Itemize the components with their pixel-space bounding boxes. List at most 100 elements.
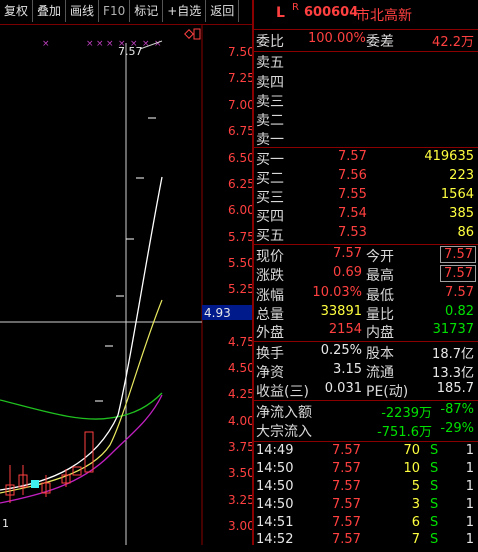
axis-tick: 6.75 xyxy=(228,124,252,138)
level-volume: 86 xyxy=(457,225,474,240)
divider xyxy=(254,441,478,442)
stat-value: 31737 xyxy=(432,322,474,337)
level-volume: 419635 xyxy=(424,149,474,164)
stat-label: 净资 xyxy=(256,365,284,381)
level-label: 卖四 xyxy=(256,75,284,91)
sell-level[interactable]: 卖二 xyxy=(254,110,478,130)
stat-value: 13.3亿 xyxy=(432,366,474,381)
stat-label: 总量 xyxy=(256,307,284,323)
kline-svg: × × × × × × × × 4.93 7.57 1 7.50 7.25 7.… xyxy=(0,25,252,545)
sell-level[interactable]: 卖三 xyxy=(254,91,478,111)
level-label: 卖二 xyxy=(256,113,284,129)
tick-time: 14:51 xyxy=(256,515,294,530)
axis-tick: 7.25 xyxy=(228,71,252,85)
stat-value: 7.57 xyxy=(440,265,476,282)
level-price: 7.55 xyxy=(338,187,367,202)
tick-volume: 3 xyxy=(411,497,420,512)
axis-tick: 3.25 xyxy=(228,493,252,507)
tick-volume: 10 xyxy=(403,461,420,476)
flow-pct: -29% xyxy=(440,421,474,436)
tick-row: 14:50 7.57 5 S 1 xyxy=(254,479,478,499)
buy-level[interactable]: 买一 7.57 419635 xyxy=(254,149,478,169)
level-price: 7.54 xyxy=(338,206,367,221)
quote-panel: L R 600604 市北高新 委比 100.00% 委差 42.2万 卖五 卖… xyxy=(254,0,478,547)
stat-label: 涨跌 xyxy=(256,268,284,284)
level-label: 卖五 xyxy=(256,55,284,71)
kline-chart[interactable]: × × × × × × × × 4.93 7.57 1 7.50 7.25 7.… xyxy=(0,25,252,545)
tick-side: S xyxy=(430,479,439,494)
mark-button[interactable]: 标记 xyxy=(130,0,164,22)
stat-label: 现价 xyxy=(256,249,284,265)
axis-tick: 4.25 xyxy=(228,387,252,401)
axis-tick: 6.50 xyxy=(228,151,252,165)
axis-tick: 5.50 xyxy=(228,256,252,270)
stat-row: 现价 7.57 今开 7.57 xyxy=(254,246,478,266)
ma-yellow xyxy=(0,299,163,494)
weicha-value: 42.2万 xyxy=(432,35,474,50)
level-label: 卖三 xyxy=(256,94,284,110)
axis-tick: 4.00 xyxy=(228,414,252,428)
stat2-row: 收益(三) 0.031 PE(动) 185.7 xyxy=(254,381,478,401)
axis-tick: 3.50 xyxy=(228,466,252,480)
level-price: 7.57 xyxy=(338,149,367,164)
flow-value: -2239万 xyxy=(381,406,432,421)
stat-label: 涨幅 xyxy=(256,288,284,304)
stat-label: 股本 xyxy=(366,346,394,362)
stat-row: 涨跌 0.69 最高 7.57 xyxy=(254,265,478,285)
price-axis-labels: 7.50 7.25 7.00 6.75 6.50 6.25 6.00 5.75 … xyxy=(228,45,252,533)
axis-tick: 7.00 xyxy=(228,98,252,112)
tick-row: 14:52 7.57 7 S 1 xyxy=(254,532,478,552)
f10-button[interactable]: F10 xyxy=(99,0,131,22)
stat-label: 换手 xyxy=(256,346,284,362)
sell-level[interactable]: 卖五 xyxy=(254,52,478,72)
tick-count: 1 xyxy=(465,515,474,530)
divider xyxy=(254,147,478,148)
current-price-tag: 4.93 xyxy=(204,306,231,320)
chart-toolbar: 复权 叠加 画线 F10 标记 +自选 返回 xyxy=(0,0,252,25)
tick-count: 1 xyxy=(465,443,474,458)
buy-level[interactable]: 买四 7.54 385 xyxy=(254,206,478,226)
stat-row: 涨幅 10.03% 最低 7.57 xyxy=(254,285,478,305)
flow-label: 净流入额 xyxy=(256,405,312,421)
tick-time: 14:50 xyxy=(256,479,294,494)
level-label: 买二 xyxy=(256,171,284,187)
weibi-label: 委比 xyxy=(256,34,284,50)
stat-value: 0.25% xyxy=(320,343,362,358)
tick-time: 14:50 xyxy=(256,497,294,512)
add-watchlist-button[interactable]: +自选 xyxy=(163,0,207,22)
stat-value: 2154 xyxy=(328,322,362,337)
weibi-row: 委比 100.00% 委差 42.2万 xyxy=(254,31,478,51)
fuquan-button[interactable]: 复权 xyxy=(0,0,34,22)
stat-value: 7.57 xyxy=(440,246,476,263)
tick-volume: 5 xyxy=(411,479,420,494)
axis-tick: 4.50 xyxy=(228,361,252,375)
level-price: 7.53 xyxy=(338,225,367,240)
sell-level[interactable]: 卖四 xyxy=(254,72,478,92)
stat-value: 7.57 xyxy=(333,246,362,261)
buy-level[interactable]: 买二 7.56 223 xyxy=(254,168,478,188)
tick-volume: 70 xyxy=(403,443,420,458)
tick-row: 14:49 7.57 70 S 1 xyxy=(254,443,478,463)
sell-level[interactable]: 卖一 xyxy=(254,129,478,149)
stat-label: 最高 xyxy=(366,268,394,284)
tick-side: S xyxy=(430,497,439,512)
flow-pct: -87% xyxy=(440,402,474,417)
stat-row: 外盘 2154 内盘 31737 xyxy=(254,322,478,342)
level-price: 7.56 xyxy=(338,168,367,183)
buy-level[interactable]: 买三 7.55 1564 xyxy=(254,187,478,207)
draw-line-button[interactable]: 画线 xyxy=(66,0,100,22)
stat-label: PE(动) xyxy=(366,384,409,400)
overlay-button[interactable]: 叠加 xyxy=(33,0,67,22)
tick-row: 14:50 7.57 10 S 1 xyxy=(254,461,478,481)
tick-count: 1 xyxy=(465,479,474,494)
axis-tick: 5.25 xyxy=(228,282,252,296)
tick-price: 7.57 xyxy=(332,461,361,476)
stock-header: L R 600604 市北高新 xyxy=(254,2,478,25)
flow-row: 净流入额 -2239万 -87% xyxy=(254,402,478,422)
tick-row: 14:50 7.57 3 S 1 xyxy=(254,497,478,517)
svg-text:×: × xyxy=(106,39,114,49)
flow-value: -751.6万 xyxy=(377,425,432,440)
ma-white xyxy=(0,176,163,491)
buy-level[interactable]: 买五 7.53 86 xyxy=(254,225,478,245)
back-button[interactable]: 返回 xyxy=(206,0,240,22)
